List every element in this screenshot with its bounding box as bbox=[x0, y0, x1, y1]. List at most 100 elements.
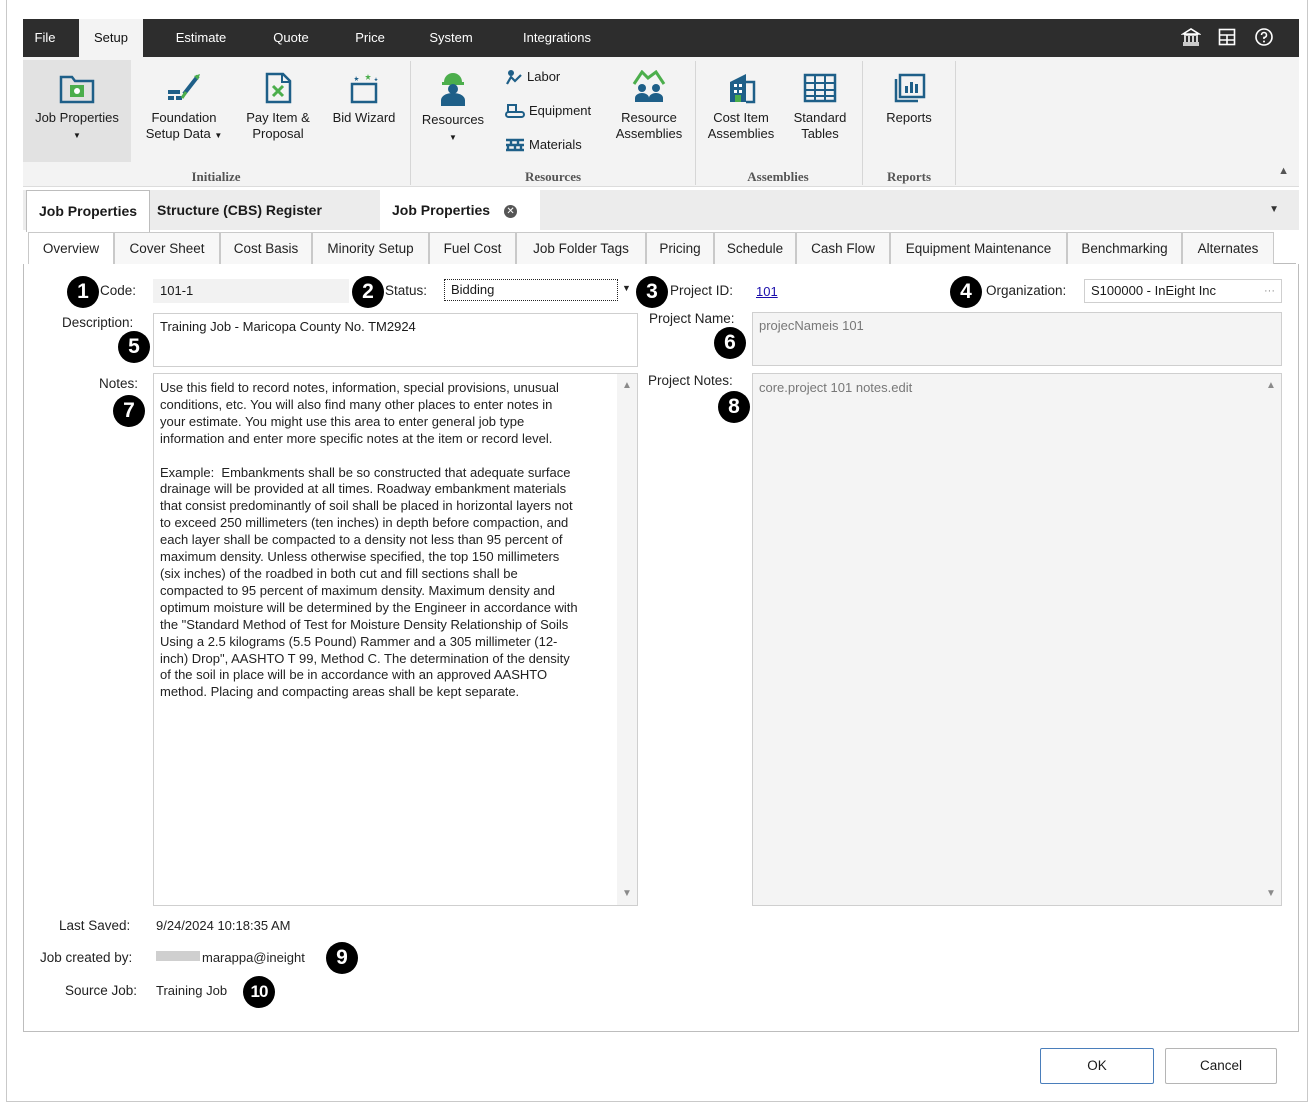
description-label: Description: bbox=[62, 315, 134, 330]
tab-benchmarking[interactable]: Benchmarking bbox=[1067, 232, 1182, 264]
status-select[interactable]: Bidding bbox=[444, 279, 618, 301]
bank-icon[interactable] bbox=[1180, 27, 1202, 49]
scroll-up-icon[interactable]: ▲ bbox=[622, 380, 632, 391]
cost-item-label-1: Cost Item bbox=[713, 110, 769, 125]
materials-label: Materials bbox=[529, 137, 582, 152]
tab-strip: Overview Cover Sheet Cost Basis Minority… bbox=[28, 232, 1296, 265]
menu-estimate[interactable]: Estimate bbox=[163, 19, 239, 57]
divider bbox=[955, 61, 956, 185]
tab-pricing[interactable]: Pricing bbox=[646, 232, 714, 264]
project-name-label: Project Name: bbox=[649, 311, 735, 326]
job-properties-icon bbox=[59, 75, 95, 104]
job-properties-button[interactable]: Job Properties ▼ bbox=[23, 60, 131, 162]
reports-button[interactable]: Reports bbox=[869, 60, 949, 162]
callout-3: 3 bbox=[636, 276, 668, 308]
notes-text: Use this field to record notes, informat… bbox=[160, 380, 578, 700]
chevron-down-icon: ▼ bbox=[214, 131, 223, 140]
cancel-button[interactable]: Cancel bbox=[1165, 1048, 1277, 1084]
resources-button[interactable]: Resources ▼ bbox=[415, 60, 491, 162]
standard-tables-button[interactable]: Standard Tables bbox=[785, 60, 855, 162]
equipment-icon bbox=[505, 104, 525, 118]
created-by-email: marappa@ineight bbox=[202, 950, 305, 965]
labor-label: Labor bbox=[527, 69, 561, 84]
labor-icon bbox=[506, 70, 522, 85]
tab-schedule[interactable]: Schedule bbox=[714, 232, 796, 264]
description-field[interactable]: Training Job - Maricopa County No. TM292… bbox=[153, 313, 638, 367]
organization-value: S100000 - InEight Inc bbox=[1091, 283, 1217, 298]
menu-system[interactable]: System bbox=[415, 19, 487, 57]
resource-assemblies-label-1: Resource bbox=[621, 110, 677, 125]
building-icon bbox=[730, 74, 756, 104]
worker-icon bbox=[441, 73, 465, 106]
foundation-label-1: Foundation bbox=[151, 110, 217, 125]
pay-item-label-2: Proposal bbox=[252, 126, 304, 141]
doc-tab-job-properties[interactable]: Job Properties ✕ bbox=[380, 190, 540, 230]
project-notes-scrollbar[interactable]: ▲ ▼ bbox=[1261, 374, 1281, 905]
callout-1: 1 bbox=[67, 276, 99, 308]
tab-equipment-maintenance[interactable]: Equipment Maintenance bbox=[890, 232, 1067, 264]
callout-10: 10 bbox=[243, 976, 275, 1008]
ribbon: Job Properties ▼ Foundation Setup Data ▼… bbox=[23, 57, 1299, 187]
help-icon[interactable] bbox=[1253, 27, 1275, 49]
code-field[interactable]: 101-1 bbox=[153, 279, 349, 303]
doc-tab-label: Job Properties bbox=[392, 202, 491, 218]
callout-4: 4 bbox=[950, 276, 982, 308]
chevron-up-icon[interactable]: ▲ bbox=[1278, 165, 1289, 177]
organization-field[interactable]: S100000 - InEight Inc ··· bbox=[1084, 279, 1282, 303]
tab-alternates[interactable]: Alternates bbox=[1182, 232, 1274, 264]
callout-2: 2 bbox=[352, 276, 384, 308]
last-saved-label: Last Saved: bbox=[59, 918, 131, 933]
scroll-down-icon[interactable]: ▼ bbox=[622, 888, 632, 899]
tab-job-folder-tags[interactable]: Job Folder Tags bbox=[516, 232, 646, 264]
project-id-link[interactable]: 101 bbox=[756, 284, 778, 299]
menu-integrations[interactable]: Integrations bbox=[505, 19, 609, 57]
tab-cash-flow[interactable]: Cash Flow bbox=[796, 232, 890, 264]
equipment-button[interactable]: Equipment bbox=[505, 101, 591, 121]
ellipsis-button[interactable]: ··· bbox=[1264, 280, 1275, 302]
cost-item-label-2: Assemblies bbox=[707, 126, 775, 141]
menu-quote[interactable]: Quote bbox=[259, 19, 323, 57]
scroll-up-icon[interactable]: ▲ bbox=[1266, 380, 1276, 391]
resource-assemblies-label-2: Assemblies bbox=[615, 126, 683, 141]
callout-7: 7 bbox=[113, 395, 145, 427]
menu-setup[interactable]: Setup bbox=[79, 19, 143, 57]
tab-overview[interactable]: Overview bbox=[28, 232, 114, 265]
scroll-down-icon[interactable]: ▼ bbox=[1266, 888, 1276, 899]
menu-file[interactable]: File bbox=[23, 19, 67, 57]
group-reports: Reports bbox=[886, 169, 932, 184]
grid-icon[interactable] bbox=[1216, 27, 1238, 49]
tab-minority-setup[interactable]: Minority Setup bbox=[312, 232, 429, 264]
doc-tab-job-properties-tooltip[interactable]: Job Properties bbox=[26, 190, 151, 232]
ok-button[interactable]: OK bbox=[1040, 1048, 1154, 1084]
foundation-icon bbox=[168, 74, 200, 100]
tab-fuel-cost[interactable]: Fuel Cost bbox=[429, 232, 516, 264]
project-name-field[interactable]: projecNameis 101 bbox=[752, 312, 1282, 366]
foundation-label-2: Setup Data bbox=[145, 126, 211, 141]
chevron-down-icon[interactable]: ▼ bbox=[1269, 204, 1279, 215]
tab-cover-sheet[interactable]: Cover Sheet bbox=[114, 232, 220, 264]
pay-item-label-1: Pay Item & bbox=[246, 110, 310, 125]
standard-tables-label-2: Tables bbox=[801, 126, 839, 141]
foundation-setup-button[interactable]: Foundation Setup Data ▼ bbox=[136, 60, 232, 162]
doc-tab-cbs-register[interactable]: Structure (CBS) Register bbox=[145, 190, 334, 230]
bid-wizard-button[interactable]: Bid Wizard bbox=[323, 60, 405, 162]
resource-assemblies-button[interactable]: Resource Assemblies bbox=[611, 60, 687, 162]
materials-button[interactable]: Materials bbox=[505, 135, 582, 155]
notes-field[interactable]: Use this field to record notes, informat… bbox=[153, 373, 638, 906]
source-job-label: Source Job: bbox=[65, 983, 138, 998]
project-notes-field[interactable]: core.project 101 notes.edit ▲ ▼ bbox=[752, 373, 1282, 906]
labor-button[interactable]: Labor bbox=[505, 67, 560, 87]
cost-item-assemblies-button[interactable]: Cost Item Assemblies bbox=[701, 60, 781, 162]
pay-item-proposal-button[interactable]: Pay Item & Proposal bbox=[237, 60, 319, 162]
tab-cost-basis[interactable]: Cost Basis bbox=[220, 232, 312, 264]
menu-price[interactable]: Price bbox=[341, 19, 399, 57]
organization-label: Organization: bbox=[986, 283, 1067, 298]
bid-wizard-label: Bid Wizard bbox=[332, 110, 396, 125]
project-id-label: Project ID: bbox=[670, 283, 734, 298]
notes-scrollbar[interactable]: ▲ ▼ bbox=[617, 374, 637, 905]
created-by-value: marappa@ineight bbox=[156, 950, 305, 965]
divider bbox=[862, 61, 863, 185]
close-icon[interactable]: ✕ bbox=[504, 205, 518, 218]
chevron-down-icon[interactable]: ▼ bbox=[622, 283, 631, 293]
callout-5: 5 bbox=[118, 331, 150, 363]
